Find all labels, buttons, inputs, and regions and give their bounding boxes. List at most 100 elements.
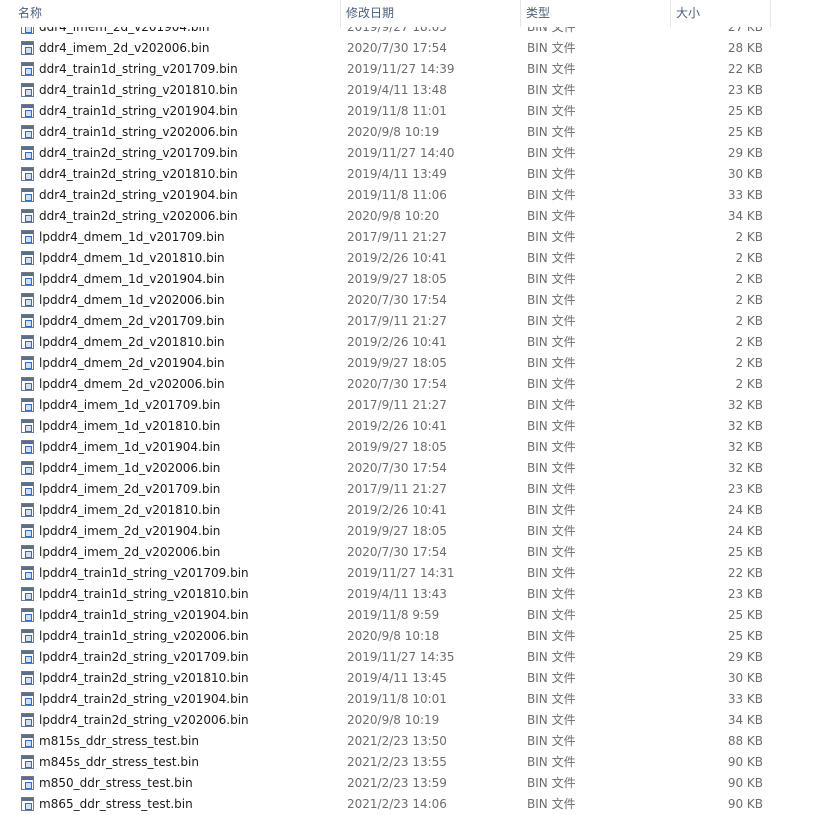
file-type: BIN 文件 bbox=[527, 356, 576, 370]
bin-file-icon bbox=[21, 62, 34, 76]
file-row[interactable]: ddr4_train2d_string_v202006.bin 2020/9/8 … bbox=[0, 206, 833, 227]
file-row[interactable]: lpddr4_dmem_1d_v201709.bin 2017/9/11 21:2… bbox=[0, 227, 833, 248]
file-row[interactable]: m815s_ddr_stress_test.bin 2021/2/23 13:50… bbox=[0, 731, 833, 752]
bin-file-icon bbox=[21, 83, 34, 97]
file-size: 32 KB bbox=[727, 440, 763, 454]
file-name: lpddr4_train2d_string_v202006.bin bbox=[39, 713, 249, 727]
file-type: BIN 文件 bbox=[527, 650, 576, 664]
bin-file-icon bbox=[21, 587, 34, 601]
file-type: BIN 文件 bbox=[527, 419, 576, 433]
file-row[interactable]: m850_ddr_stress_test.bin 2021/2/23 13:59 B… bbox=[0, 773, 833, 794]
file-modified-date: 2019/11/8 9:59 bbox=[347, 608, 440, 622]
file-type: BIN 文件 bbox=[527, 167, 576, 181]
file-type: BIN 文件 bbox=[527, 377, 576, 391]
file-type: BIN 文件 bbox=[527, 797, 576, 811]
file-row[interactable]: ddr4_imem_2d_v202006.bin 2020/7/30 17:54 B… bbox=[0, 38, 833, 59]
file-modified-date: 2020/7/30 17:54 bbox=[347, 377, 447, 391]
file-size: 30 KB bbox=[727, 671, 763, 685]
file-row[interactable]: ddr4_train2d_string_v201904.bin 2019/11/8… bbox=[0, 185, 833, 206]
file-type: BIN 文件 bbox=[527, 734, 576, 748]
column-header-name[interactable]: ^ 名称 bbox=[0, 0, 341, 27]
file-row[interactable]: lpddr4_dmem_1d_v201810.bin 2019/2/26 10:4… bbox=[0, 248, 833, 269]
bin-file-icon bbox=[21, 545, 34, 559]
file-row[interactable]: m865_ddr_stress_test.bin 2021/2/23 14:06 B… bbox=[0, 794, 833, 815]
file-row[interactable]: ddr4_train2d_string_v201810.bin 2019/4/11… bbox=[0, 164, 833, 185]
file-row[interactable]: lpddr4_train2d_string_v201709.bin 2019/11… bbox=[0, 647, 833, 668]
file-modified-date: 2019/9/27 18:05 bbox=[347, 524, 447, 538]
file-name: lpddr4_dmem_2d_v202006.bin bbox=[39, 377, 225, 391]
file-type: BIN 文件 bbox=[527, 125, 576, 139]
file-row[interactable]: lpddr4_dmem_1d_v202006.bin 2020/7/30 17:5… bbox=[0, 290, 833, 311]
file-row[interactable]: lpddr4_dmem_2d_v202006.bin 2020/7/30 17:5… bbox=[0, 374, 833, 395]
file-type: BIN 文件 bbox=[527, 146, 576, 160]
file-size: 23 KB bbox=[727, 482, 763, 496]
file-type: BIN 文件 bbox=[527, 461, 576, 475]
file-row[interactable]: lpddr4_train1d_string_v201810.bin 2019/4/… bbox=[0, 584, 833, 605]
file-size: 33 KB bbox=[727, 692, 763, 706]
file-modified-date: 2019/11/27 14:35 bbox=[347, 650, 455, 664]
bin-file-icon bbox=[21, 335, 34, 349]
file-name: lpddr4_dmem_1d_v201904.bin bbox=[39, 272, 225, 286]
file-name: lpddr4_imem_2d_v201709.bin bbox=[39, 482, 221, 496]
file-name: m865_ddr_stress_test.bin bbox=[39, 797, 193, 811]
file-size: 22 KB bbox=[727, 566, 763, 580]
file-row[interactable]: lpddr4_dmem_1d_v201904.bin 2019/9/27 18:0… bbox=[0, 269, 833, 290]
column-header-size[interactable]: 大小 bbox=[671, 0, 771, 27]
bin-file-icon bbox=[21, 524, 34, 538]
file-row[interactable]: ddr4_train1d_string_v201904.bin 2019/11/8… bbox=[0, 101, 833, 122]
file-name: m845s_ddr_stress_test.bin bbox=[39, 755, 199, 769]
file-modified-date: 2021/2/23 13:55 bbox=[347, 755, 447, 769]
file-name: lpddr4_dmem_2d_v201904.bin bbox=[39, 356, 225, 370]
bin-file-icon bbox=[21, 713, 34, 727]
file-modified-date: 2019/2/26 10:41 bbox=[347, 419, 447, 433]
file-type: BIN 文件 bbox=[527, 566, 576, 580]
file-modified-date: 2020/7/30 17:54 bbox=[347, 461, 447, 475]
file-row[interactable]: lpddr4_train1d_string_v202006.bin 2020/9/… bbox=[0, 626, 833, 647]
bin-file-icon bbox=[21, 755, 34, 769]
file-type: BIN 文件 bbox=[527, 482, 576, 496]
file-size: 2 KB bbox=[735, 251, 763, 265]
file-size: 32 KB bbox=[727, 419, 763, 433]
file-row[interactable]: lpddr4_imem_1d_v201904.bin 2019/9/27 18:0… bbox=[0, 437, 833, 458]
bin-file-icon bbox=[21, 209, 34, 223]
file-row[interactable]: lpddr4_imem_1d_v201709.bin 2017/9/11 21:2… bbox=[0, 395, 833, 416]
bin-file-icon bbox=[21, 251, 34, 265]
file-row[interactable]: lpddr4_dmem_2d_v201810.bin 2019/2/26 10:4… bbox=[0, 332, 833, 353]
file-row[interactable]: lpddr4_train2d_string_v201810.bin 2019/4/… bbox=[0, 668, 833, 689]
file-name: ddr4_train1d_string_v201709.bin bbox=[39, 62, 238, 76]
file-row[interactable]: ddr4_train1d_string_v202006.bin 2020/9/8 … bbox=[0, 122, 833, 143]
file-type: BIN 文件 bbox=[527, 293, 576, 307]
file-row[interactable]: ddr4_train2d_string_v201709.bin 2019/11/2… bbox=[0, 143, 833, 164]
file-type: BIN 文件 bbox=[527, 776, 576, 790]
file-size: 32 KB bbox=[727, 461, 763, 475]
file-row[interactable]: ddr4_train1d_string_v201709.bin 2019/11/2… bbox=[0, 59, 833, 80]
file-modified-date: 2019/11/8 11:06 bbox=[347, 188, 447, 202]
file-row[interactable]: lpddr4_dmem_2d_v201709.bin 2017/9/11 21:2… bbox=[0, 311, 833, 332]
file-row[interactable]: lpddr4_imem_2d_v201810.bin 2019/2/26 10:4… bbox=[0, 500, 833, 521]
file-name: ddr4_train1d_string_v201904.bin bbox=[39, 104, 238, 118]
file-row[interactable]: m845s_ddr_stress_test.bin 2021/2/23 13:55… bbox=[0, 752, 833, 773]
bin-file-icon bbox=[21, 377, 34, 391]
file-row[interactable]: lpddr4_imem_1d_v201810.bin 2019/2/26 10:4… bbox=[0, 416, 833, 437]
column-header-type[interactable]: 类型 bbox=[521, 0, 671, 27]
file-row[interactable]: lpddr4_imem_2d_v201709.bin 2017/9/11 21:2… bbox=[0, 479, 833, 500]
file-row[interactable]: lpddr4_train1d_string_v201709.bin 2019/11… bbox=[0, 563, 833, 584]
bin-file-icon bbox=[21, 104, 34, 118]
file-modified-date: 2019/4/11 13:49 bbox=[347, 167, 447, 181]
file-row[interactable]: lpddr4_train2d_string_v201904.bin 2019/11… bbox=[0, 689, 833, 710]
bin-file-icon bbox=[21, 566, 34, 580]
file-type: BIN 文件 bbox=[527, 62, 576, 76]
file-row[interactable]: lpddr4_imem_1d_v202006.bin 2020/7/30 17:5… bbox=[0, 458, 833, 479]
file-name: ddr4_train1d_string_v202006.bin bbox=[39, 125, 238, 139]
file-row[interactable]: lpddr4_train2d_string_v202006.bin 2020/9/… bbox=[0, 710, 833, 731]
file-row[interactable]: ddr4_train1d_string_v201810.bin 2019/4/11… bbox=[0, 80, 833, 101]
file-type: BIN 文件 bbox=[527, 398, 576, 412]
file-row[interactable]: lpddr4_imem_2d_v202006.bin 2020/7/30 17:5… bbox=[0, 542, 833, 563]
file-row[interactable]: lpddr4_train1d_string_v201904.bin 2019/11… bbox=[0, 605, 833, 626]
file-modified-date: 2020/7/30 17:54 bbox=[347, 545, 447, 559]
file-row[interactable]: lpddr4_imem_2d_v201904.bin 2019/9/27 18:0… bbox=[0, 521, 833, 542]
file-row[interactable]: lpddr4_dmem_2d_v201904.bin 2019/9/27 18:0… bbox=[0, 353, 833, 374]
file-name: lpddr4_imem_1d_v202006.bin bbox=[39, 461, 221, 475]
column-header-date[interactable]: 修改日期 bbox=[341, 0, 521, 27]
file-type: BIN 文件 bbox=[527, 272, 576, 286]
